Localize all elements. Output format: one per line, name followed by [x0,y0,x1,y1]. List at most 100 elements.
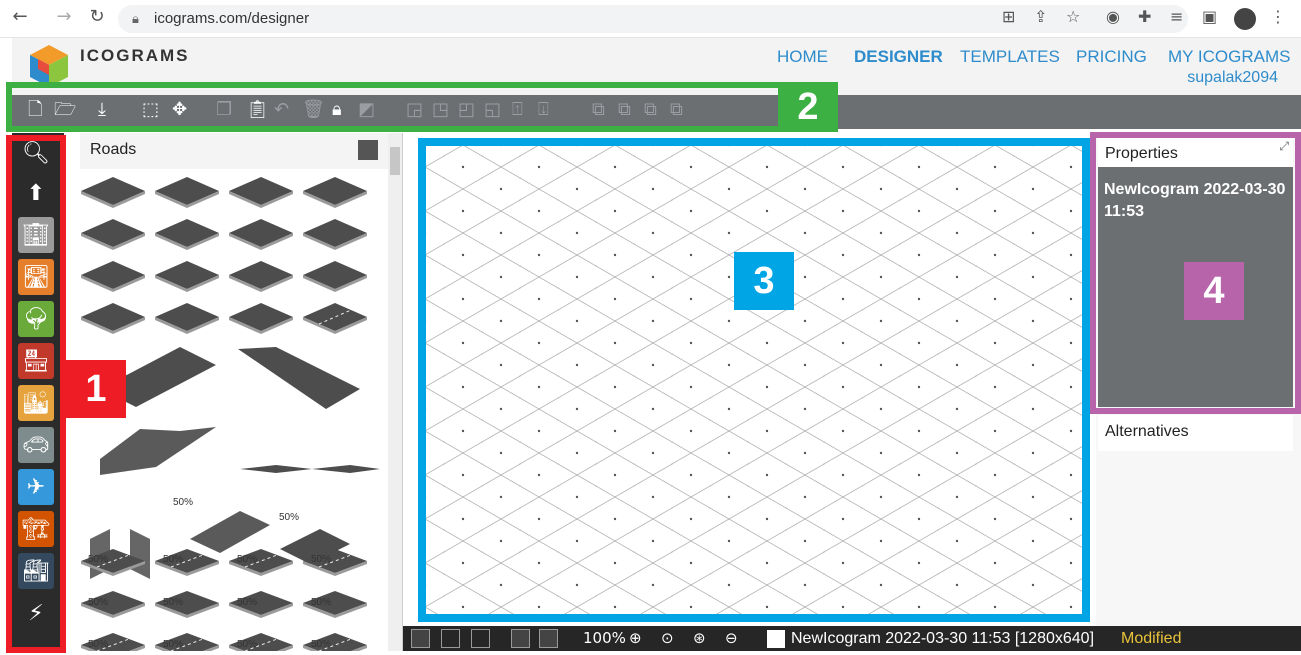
buildings-category-icon[interactable]: 🏢︎ [18,217,54,253]
transport-category-icon[interactable]: ✈︎ [18,469,54,505]
properties-title: Properties [1105,145,1178,162]
tile-percent-label: 50% [163,597,184,608]
camera-icon[interactable]: ◉ [1106,7,1120,26]
tile-percent-label: 50% [88,554,109,565]
tile-percent-label: 50% [311,639,332,650]
design-canvas[interactable] [403,133,1093,626]
background-color-swatch[interactable] [767,630,785,648]
send-back-icon[interactable]: ⧉ [670,99,683,121]
nav-pricing[interactable]: PRICING [1076,47,1147,67]
tile-percent-label: 50% [311,554,332,565]
extensions-icon[interactable]: ✚ [1138,7,1151,26]
grid-large-icon[interactable] [411,629,430,648]
undo-icon[interactable]: ↶ [274,99,289,121]
properties-header: Properties ⤢ [1098,137,1293,167]
send-backward-icon[interactable]: ⧉ [644,99,657,121]
open-folder-icon[interactable]: 🗁︎ [54,99,76,121]
logo-text[interactable]: ICOGRAMS [80,46,190,66]
paste-icon[interactable]: 📋︎ [246,99,269,121]
reading-list-icon[interactable]: ≡ [1170,7,1183,26]
lock-icon[interactable]: 🔒︎ [332,99,342,121]
profile-avatar[interactable] [1234,8,1256,30]
align-bottom-left-icon[interactable]: ◲ [406,99,423,121]
modified-status: Modified [1121,630,1182,647]
zoom-level: 100% [583,629,626,647]
back-icon[interactable]: ← [8,6,32,27]
palette-title: Roads [90,141,137,158]
bring-front-icon[interactable]: ⧉ [592,99,605,121]
isometric-grid[interactable] [425,145,1085,619]
nav-home[interactable]: HOME [777,47,828,67]
bookmark-star-icon[interactable]: ☆ [1066,7,1080,26]
icograms-logo-icon[interactable] [24,41,74,91]
grid-medium-icon[interactable] [441,629,460,648]
trees-category-icon[interactable]: 🌳︎ [18,301,54,337]
tile-percent-label: 50% [88,597,109,608]
tile-percent-label: 50% [163,554,184,565]
tile-percent-label: 50% [88,639,109,650]
palette-scroll-thumb[interactable] [390,147,400,175]
construction-category-icon[interactable]: 🏗︎ [18,511,54,547]
nav-my-icograms[interactable]: MY ICOGRAMS [1168,47,1290,67]
select-icon[interactable]: ⬚ [142,99,159,121]
group-icon[interactable]: ◩ [358,99,375,121]
forward-icon[interactable]: → [52,6,76,27]
translate-icon[interactable]: ⊞ [1002,7,1015,26]
arrows-category-icon[interactable]: ⬆ [18,175,54,211]
annotation-label-4: 4 [1184,262,1244,320]
tile-percent-label: 50% [279,512,300,523]
grid-dots-icon[interactable] [539,629,558,648]
nav-templates[interactable]: TEMPLATES [960,47,1060,67]
align-top-right-icon[interactable]: ◱ [484,99,501,121]
zoom-in-icon[interactable]: ⊕ [629,629,642,648]
annotation-label-1: 1 [66,360,126,418]
annotation-label-3: 3 [734,252,794,310]
industry-category-icon[interactable]: 🏭︎ [18,553,54,589]
grid-small-icon[interactable] [471,629,490,648]
energy-category-icon[interactable]: ⚡︎ [18,595,54,631]
bring-forward-icon[interactable]: ⧉ [618,99,631,121]
reload-icon[interactable]: ↻ [85,6,109,27]
tile-percent-label: 50% [163,639,184,650]
nav-designer[interactable]: DESIGNER [854,47,943,67]
grid-snap-icon[interactable] [511,629,530,648]
copy-icon[interactable]: ❐ [216,99,232,121]
new-file-icon[interactable]: 🗋︎ [28,99,42,121]
palette-header: Roads [80,133,388,169]
zoom-out-icon[interactable]: ⊖ [725,629,738,648]
tile-percent-label: 50% [311,597,332,608]
city-category-icon[interactable]: 🏙︎ [18,385,54,421]
site-header: ICOGRAMS HOME DESIGNER TEMPLATES PRICING… [12,38,1301,95]
zoom-fit-icon[interactable]: ⊙ [661,629,674,648]
move-up-icon[interactable]: ⍐ [512,99,523,121]
url-text: icograms.com/designer [154,10,310,27]
zoom-reset-icon[interactable]: ⊛ [693,629,706,648]
search-icon[interactable]: 🔍︎ [18,135,54,171]
move-down-icon[interactable]: ⍗ [538,99,549,121]
kebab-menu-icon[interactable]: ⋮ [1270,7,1286,26]
save-icon[interactable]: ⤓ [98,99,106,121]
expand-icon[interactable]: ⤢ [1279,139,1289,154]
move-icon[interactable]: ✥ [172,99,187,121]
category-strip: 🔍︎ ⬆ 🏢︎ 🛣︎ 🌳︎ 🏪︎ 🏙︎ 🚗︎ ✈︎ 🏗︎ 🏭︎ ⚡︎ [12,133,64,651]
username-link[interactable]: supalak2094 [1187,69,1278,87]
align-bottom-right-icon[interactable]: ◳ [432,99,449,121]
vehicles-category-icon[interactable]: 🚗︎ [18,427,54,463]
align-top-left-icon[interactable]: ◰ [458,99,475,121]
shops-category-icon[interactable]: 🏪︎ [18,343,54,379]
browser-toolbar: ← → ↻ 🔒︎ icograms.com/designer ⊞ ⇪ ☆ ◉ ✚… [0,0,1301,38]
share-icon[interactable]: ⇪ [1034,7,1047,26]
editor-toolbar: 🗋︎ 🗁︎ ⤓ ⬚ ✥ ❐ 📋︎ ↶ 🗑︎ 🔒︎ ◩ ◲ ◳ ◰ ◱ ⍐ ⍗ ⧉… [12,95,1301,129]
tile-percent-label: 50% [237,597,258,608]
tile-percent-label: 50% [237,639,258,650]
palette-color-button[interactable] [358,140,378,160]
address-bar[interactable]: 🔒︎ icograms.com/designer [118,5,1188,33]
side-panel-icon[interactable]: ▣ [1202,7,1217,26]
diagram-name[interactable]: NewIcogram 2022-03-30 11:53 [1104,179,1290,223]
roads-category-icon[interactable]: 🛣︎ [18,259,54,295]
lock-icon: 🔒︎ [132,11,139,26]
delete-icon[interactable]: 🗑︎ [302,99,325,121]
document-info: NewIcogram 2022-03-30 11:53 [1280x640] [791,630,1095,647]
alternatives-header: Alternatives [1098,415,1293,451]
palette-scrollbar[interactable] [388,133,402,651]
